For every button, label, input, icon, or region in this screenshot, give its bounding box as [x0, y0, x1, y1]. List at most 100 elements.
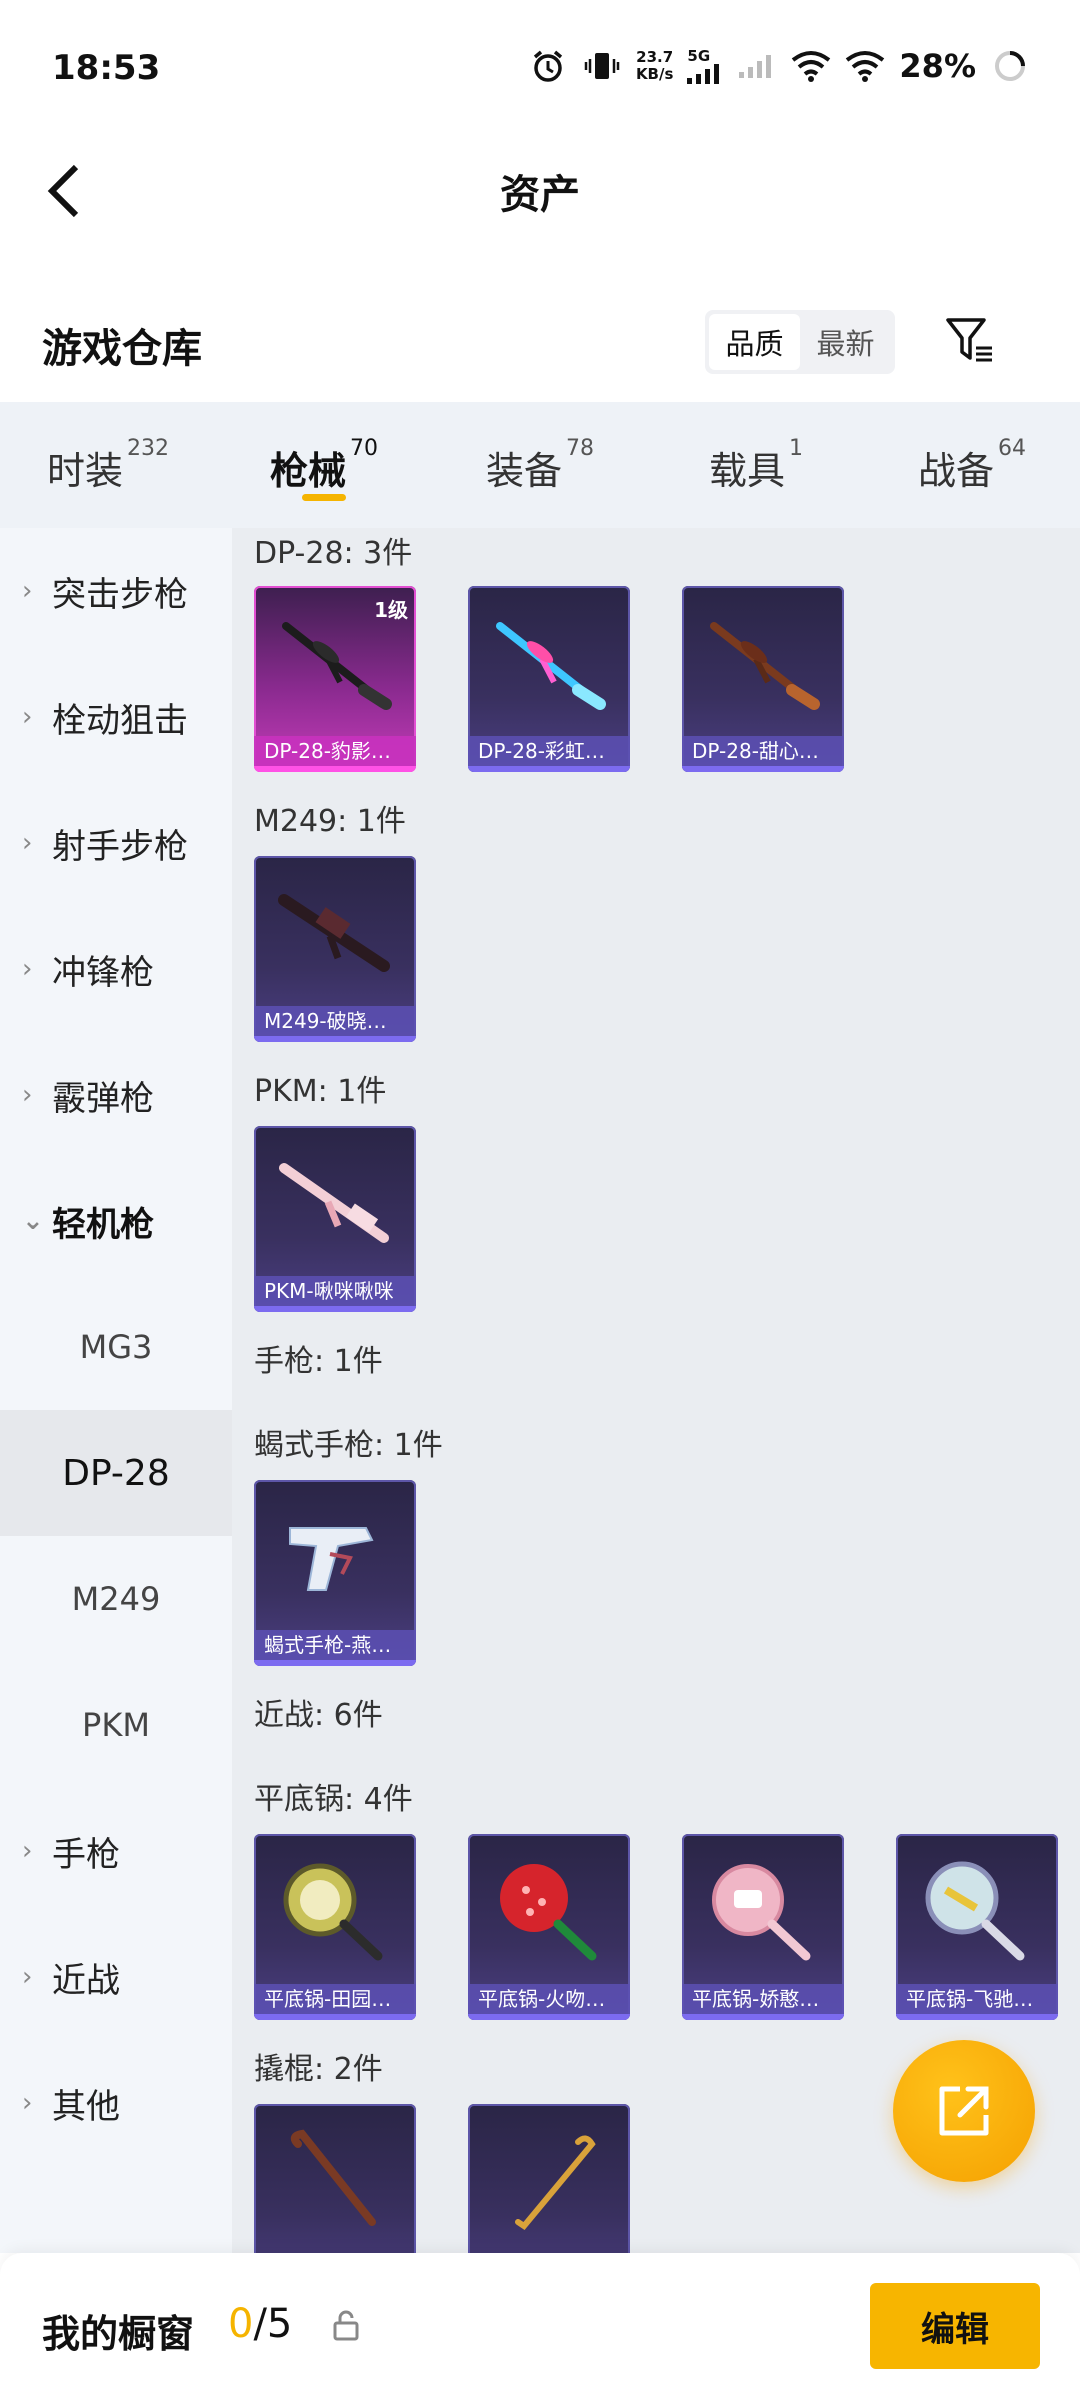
signal-icon — [687, 63, 720, 84]
item-name: 平底锅-飞驰… — [896, 1984, 1058, 2014]
tab-label: 枪械 — [269, 449, 346, 493]
sidebar-item-marksman[interactable]: › 射手步枪 — [0, 780, 232, 906]
item-name: 蝎式手枪-燕… — [254, 1630, 416, 1660]
rarity-bar — [682, 2014, 844, 2020]
item-card[interactable]: 蝎式手枪-燕… — [254, 1480, 416, 1666]
sidebar-item-label: 栓动狙击 — [52, 700, 188, 741]
app-header: 资产 — [0, 140, 1080, 250]
crowbar-skin-icon — [515, 2135, 596, 2230]
sort-quality-button[interactable]: 品质 — [709, 314, 800, 370]
sidebar-item-label: 射手步枪 — [52, 826, 188, 867]
sidebar-item-label: 手枪 — [52, 1834, 120, 1875]
item-card[interactable]: M249-破晓… — [254, 856, 416, 1042]
showcase-bar: 我的橱窗 0/5 编辑 — [0, 2253, 1080, 2400]
share-button[interactable] — [893, 2040, 1035, 2182]
rarity-bar — [254, 2014, 416, 2020]
group-label: 蝎式手枪: 1件 — [254, 1428, 443, 1463]
speed-unit: KB/s — [635, 65, 674, 83]
lock-icon — [333, 2310, 359, 2341]
sidebar-item-bolt-sniper[interactable]: › 栓动狙击 — [0, 654, 232, 780]
network-type: 5G — [687, 46, 723, 84]
item-grid: DP-28: 3件 1级 DP-28-豹影… DP-28-彩虹… DP-28-甜… — [232, 528, 1080, 2253]
item-level-badge: 1级 — [374, 598, 408, 622]
chevron-right-icon: › — [22, 954, 33, 984]
sidebar-item-pistol[interactable]: › 手枪 — [0, 1788, 232, 1914]
group-label: M249: 1件 — [254, 804, 406, 839]
crowbar-skin-icon — [290, 2129, 376, 2226]
item-card[interactable]: 1级 DP-28-豹影… — [254, 586, 416, 772]
filter-button[interactable] — [940, 310, 1000, 370]
status-bar: 18:53 23.7 KB/s 5G 28% — [0, 0, 1080, 140]
item-card[interactable] — [468, 2104, 630, 2253]
tab-vehicles[interactable]: 载具 1 — [648, 402, 864, 528]
item-card[interactable] — [254, 2104, 416, 2253]
battery-loading-icon — [990, 46, 1030, 86]
signal-weak-icon — [737, 46, 777, 86]
pistol-skin-icon — [289, 1527, 374, 1591]
sidebar-item-shotgun[interactable]: › 霰弹枪 — [0, 1032, 232, 1158]
lmg-skin-icon — [496, 622, 606, 710]
group-label: PKM: 1件 — [254, 1074, 387, 1109]
share-icon — [939, 2086, 989, 2136]
category-tabs: 时装 232 枪械 70 装备 78 载具 1 战备 64 — [0, 402, 1080, 528]
item-card[interactable]: PKM-啾咪啾咪 — [254, 1126, 416, 1312]
item-name: M249-破晓… — [254, 1006, 416, 1036]
showcase-count-current: 0 — [228, 2301, 254, 2347]
sidebar-item-label: 突击步枪 — [52, 574, 188, 615]
sidebar-item-other[interactable]: › 其他 — [0, 2040, 232, 2166]
alarm-icon — [528, 46, 568, 86]
tab-supplies[interactable]: 战备 64 — [864, 402, 1080, 528]
tab-label: 战备 — [917, 449, 994, 493]
tab-fashion[interactable]: 时装 232 — [0, 402, 216, 528]
chevron-down-icon: ⌄ — [22, 1206, 44, 1236]
network-label: 5G — [687, 46, 711, 65]
item-card[interactable]: 平底锅-田园… — [254, 1834, 416, 2020]
item-name: DP-28-甜心… — [682, 736, 844, 766]
battery-percent: 28% — [899, 47, 976, 85]
rarity-bar — [254, 766, 416, 772]
vibrate-icon — [582, 46, 622, 86]
showcase-count: 0/5 — [228, 2301, 292, 2347]
item-card[interactable]: 平底锅-火吻… — [468, 1834, 630, 2020]
edit-button[interactable]: 编辑 — [870, 2283, 1040, 2369]
sidebar-subitem-dp28[interactable]: DP-28 — [0, 1410, 232, 1536]
sidebar-subitem-m249[interactable]: M249 — [0, 1536, 232, 1662]
wifi-icon — [791, 46, 831, 86]
tab-label: 装备 — [485, 449, 562, 493]
category-sidebar: › 突击步枪 › 栓动狙击 › 射手步枪 › 冲锋枪 › 霰弹枪 ⌄ 轻机枪 MG3 DP-… — [0, 528, 232, 2253]
sidebar-item-melee[interactable]: › 近战 — [0, 1914, 232, 2040]
sidebar-subitem-pkm[interactable]: PKM — [0, 1662, 232, 1788]
tab-indicator — [302, 494, 346, 501]
rarity-bar — [468, 766, 630, 772]
sidebar-subitem-mg3[interactable]: MG3 — [0, 1284, 232, 1410]
tab-equipment[interactable]: 装备 78 — [432, 402, 648, 528]
sort-newest-button[interactable]: 最新 — [800, 314, 891, 370]
tab-count: 232 — [127, 436, 169, 461]
item-name: DP-28-彩虹… — [468, 736, 630, 766]
item-card[interactable]: DP-28-彩虹… — [468, 586, 630, 772]
group-label: 撬棍: 2件 — [254, 2052, 383, 2087]
clock: 18:53 — [52, 48, 161, 88]
sidebar-item-assault-rifle[interactable]: › 突击步枪 — [0, 528, 232, 654]
sort-toggle: 品质 最新 — [705, 310, 895, 374]
rarity-bar — [682, 766, 844, 772]
sidebar-item-label: 轻机枪 — [52, 1204, 154, 1245]
tab-guns[interactable]: 枪械 70 — [216, 402, 432, 528]
item-card[interactable]: 平底锅-娇憨… — [682, 1834, 844, 2020]
rarity-bar — [254, 1036, 416, 1042]
page-title: 资产 — [500, 172, 580, 218]
lmg-skin-icon — [278, 894, 390, 972]
showcase-title: 我的橱窗 — [42, 2312, 195, 2356]
item-name: PKM-啾咪啾咪 — [254, 1276, 416, 1306]
sidebar-item-lmg[interactable]: ⌄ 轻机枪 — [0, 1158, 232, 1284]
sidebar-item-smg[interactable]: › 冲锋枪 — [0, 906, 232, 1032]
item-name: DP-28-豹影… — [254, 736, 416, 766]
item-card[interactable]: DP-28-甜心… — [682, 586, 844, 772]
status-icons: 23.7 KB/s 5G 28% — [528, 46, 1030, 86]
group-label: 平底锅: 4件 — [254, 1782, 413, 1817]
warehouse-bar: 游戏仓库 品质 最新 — [0, 280, 1080, 400]
item-name: 平底锅-田园… — [254, 1984, 416, 2014]
showcase-count-total: /5 — [253, 2301, 293, 2347]
item-card[interactable]: 平底锅-飞驰… — [896, 1834, 1058, 2020]
chevron-right-icon: › — [22, 1080, 33, 1110]
